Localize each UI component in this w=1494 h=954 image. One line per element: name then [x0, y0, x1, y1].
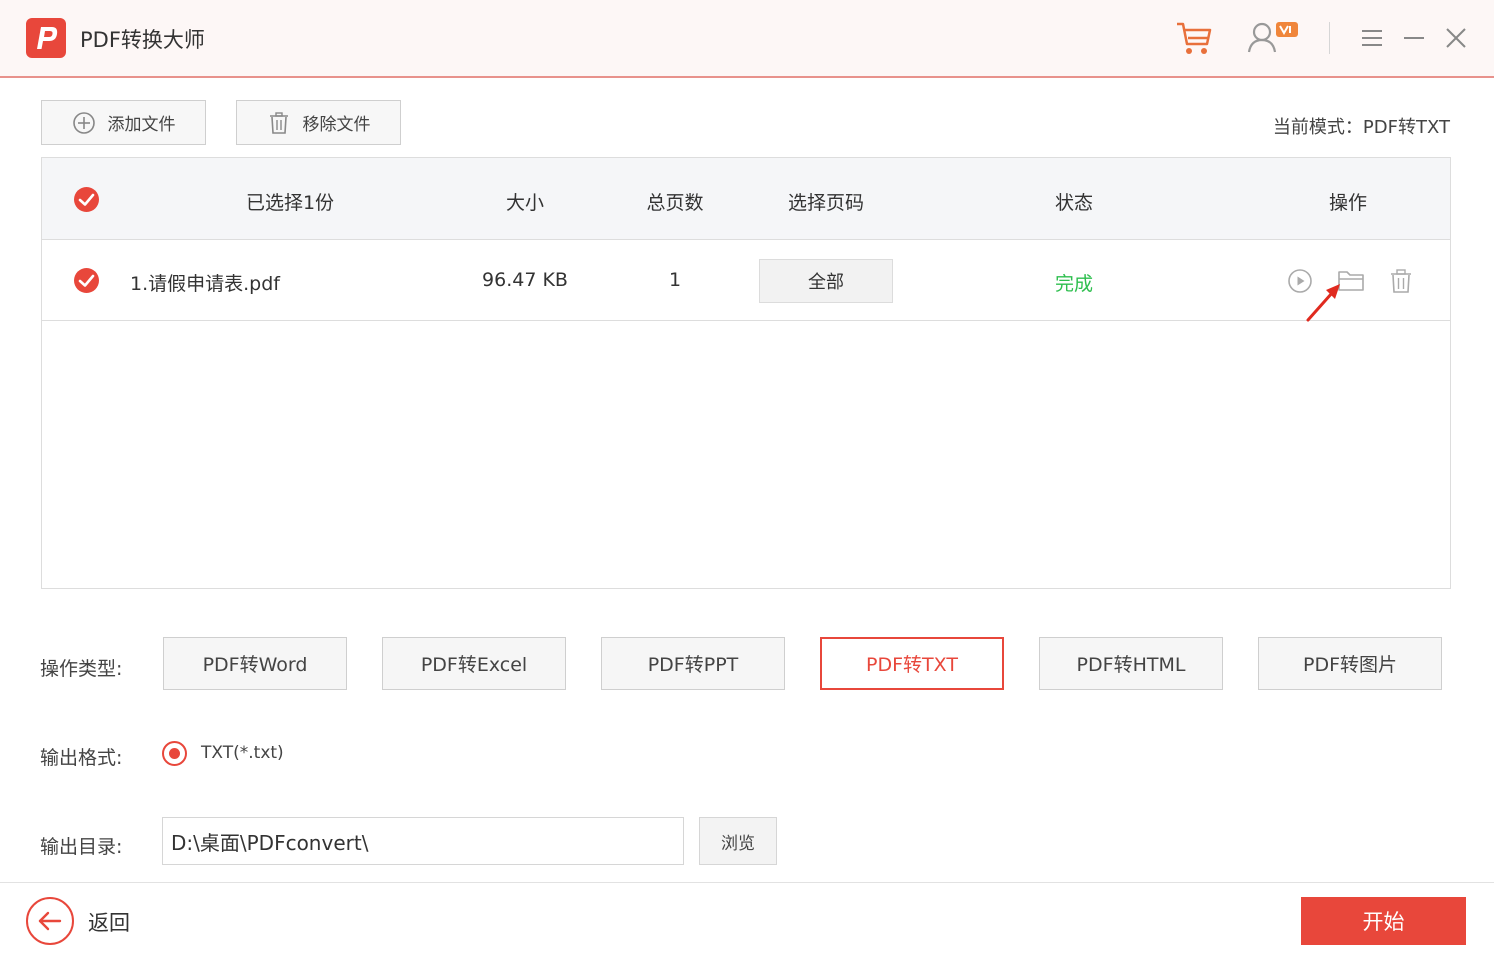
add-file-button[interactable]: 添加文件 — [41, 100, 206, 145]
menu-icon[interactable] — [1360, 18, 1384, 58]
type-pdf-txt-button[interactable]: PDF转TXT — [820, 637, 1004, 690]
check-icon — [78, 193, 95, 206]
user-vip-icon[interactable] — [1246, 18, 1302, 58]
table-header: 已选择1份 大小 总页数 选择页码 状态 操作 — [42, 158, 1450, 240]
title-separator — [1329, 22, 1330, 54]
trash-icon — [269, 111, 288, 134]
file-size: 96.47 KB — [482, 269, 568, 291]
output-dir-label: 输出目录: — [40, 836, 123, 858]
file-status: 完成 — [1054, 273, 1093, 295]
header-actions: 操作 — [1328, 192, 1367, 214]
table-row: 1.请假申请表.pdf 96.47 KB 1 全部 完成 — [42, 240, 1450, 322]
operation-type-label: 操作类型: — [40, 658, 123, 680]
format-txt-radio[interactable] — [162, 741, 187, 766]
title-bar: PDF转换大师 — [0, 0, 1494, 78]
footer-divider — [0, 882, 1494, 883]
header-pages: 总页数 — [646, 192, 704, 214]
type-pdf-html-button[interactable]: PDF转HTML — [1039, 637, 1223, 690]
start-button[interactable]: 开始 — [1301, 897, 1466, 945]
row-checkbox[interactable] — [74, 268, 99, 293]
arrow-left-icon — [38, 911, 62, 931]
type-pdf-word-button[interactable]: PDF转Word — [163, 637, 347, 690]
type-pdf-excel-button[interactable]: PDF转Excel — [382, 637, 566, 690]
format-txt-label: TXT(*.txt) — [201, 743, 284, 763]
file-pages: 1 — [668, 269, 682, 291]
file-name: 1.请假申请表.pdf — [130, 273, 280, 295]
header-size: 大小 — [505, 192, 544, 214]
close-icon[interactable] — [1444, 18, 1468, 58]
app-title: PDF转换大师 — [80, 28, 205, 52]
type-pdf-image-button[interactable]: PDF转图片 — [1258, 637, 1442, 690]
app-logo-icon — [26, 18, 66, 58]
check-icon — [78, 274, 95, 287]
back-button[interactable] — [26, 897, 74, 945]
pointer-arrow-icon — [1306, 284, 1340, 322]
output-format-label: 输出格式: — [40, 747, 123, 769]
remove-file-label: 移除文件 — [302, 115, 371, 135]
plus-circle-icon — [72, 111, 95, 134]
add-file-label: 添加文件 — [107, 115, 176, 135]
header-status: 状态 — [1054, 192, 1093, 214]
minimize-icon[interactable] — [1402, 18, 1426, 58]
select-all-checkbox[interactable] — [74, 187, 99, 212]
header-selected: 已选择1份 — [245, 192, 335, 214]
cart-icon[interactable] — [1174, 18, 1214, 58]
type-pdf-ppt-button[interactable]: PDF转PPT — [601, 637, 785, 690]
browse-button[interactable]: 浏览 — [699, 817, 777, 865]
file-table: 已选择1份 大小 总页数 选择页码 状态 操作 1.请假申请表.pdf 96.4… — [41, 157, 1451, 589]
delete-icon[interactable] — [1389, 268, 1413, 294]
current-mode-text: 当前模式：PDF转TXT — [1272, 117, 1450, 138]
output-dir-input[interactable]: D:\桌面\PDFconvert\ — [162, 817, 684, 865]
back-label[interactable]: 返回 — [88, 907, 130, 937]
remove-file-button[interactable]: 移除文件 — [236, 100, 401, 145]
page-select-button[interactable]: 全部 — [759, 259, 893, 303]
header-page-select: 选择页码 — [787, 192, 864, 214]
